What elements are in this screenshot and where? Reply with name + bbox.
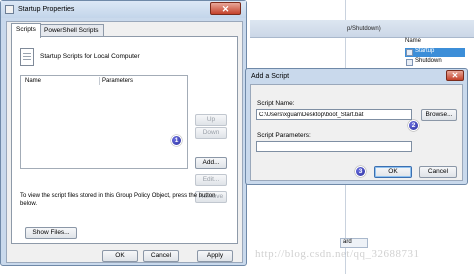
edit-button[interactable]: Edit... xyxy=(195,174,227,186)
watermark: http://blog.csdn.net/qq_32688731 xyxy=(255,248,420,260)
script-parameters-label: Script Parameters: xyxy=(257,132,311,139)
list-header: Name Parameters xyxy=(21,76,187,86)
info-text: To view the script files stored in this … xyxy=(20,193,216,207)
list-item-label: Shutdown xyxy=(415,58,442,64)
standard-tab[interactable]: ard xyxy=(340,238,368,248)
script-document-icon xyxy=(20,48,34,66)
window-icon xyxy=(5,5,14,14)
up-button[interactable]: Up xyxy=(195,114,227,126)
script-icon xyxy=(406,49,413,56)
close-icon: ✕ xyxy=(451,71,459,80)
ok-button[interactable]: OK xyxy=(102,250,138,262)
list-item-shutdown[interactable]: Shutdown xyxy=(405,58,465,67)
dialog-ok-button[interactable]: OK xyxy=(374,166,412,178)
window-title: Startup Properties xyxy=(18,6,75,13)
background-header-text: p/Shutdown) xyxy=(347,26,381,32)
script-name-input[interactable] xyxy=(256,109,412,120)
column-separator xyxy=(99,77,100,85)
list-item-label: Startup xyxy=(415,48,435,54)
list-item-startup[interactable]: Startup xyxy=(405,48,465,57)
show-files-button[interactable]: Show Files... xyxy=(25,227,77,239)
step-3-badge: 3 xyxy=(355,166,366,177)
script-icon xyxy=(406,59,413,66)
add-button[interactable]: Add... xyxy=(195,157,227,169)
tab-scripts[interactable]: Scripts xyxy=(11,23,41,38)
column-parameters[interactable]: Parameters xyxy=(102,78,133,84)
apply-button[interactable]: Apply xyxy=(197,250,233,262)
script-name-label: Script Name: xyxy=(257,100,295,107)
dialog-close-button[interactable]: ✕ xyxy=(446,70,464,81)
dialog-cancel-button[interactable]: Cancel xyxy=(419,166,457,178)
close-icon: ✕ xyxy=(221,4,230,14)
name-column-header[interactable]: Name xyxy=(405,38,421,44)
step-1-badge: 1 xyxy=(171,135,182,146)
script-parameters-input[interactable] xyxy=(256,141,412,152)
column-name[interactable]: Name xyxy=(25,78,41,84)
down-button[interactable]: Down xyxy=(195,127,227,139)
title-bar[interactable]: Startup Properties ✕ xyxy=(1,1,246,18)
background-header-bar: p/Shutdown) xyxy=(250,20,474,38)
properties-body: Scripts PowerShell Scripts Startup Scrip… xyxy=(6,21,243,263)
step-2-badge: 2 xyxy=(408,120,419,131)
browse-button[interactable]: Browse... xyxy=(421,109,457,121)
close-button[interactable]: ✕ xyxy=(210,2,241,15)
scripts-heading: Startup Scripts for Local Computer xyxy=(40,53,140,60)
scripts-tab-panel: Startup Scripts for Local Computer Name … xyxy=(11,36,238,244)
startup-properties-window: Startup Properties ✕ Scripts PowerShell … xyxy=(0,0,247,266)
scripts-list[interactable]: Name Parameters xyxy=(20,75,188,169)
dialog-title: Add a Script xyxy=(251,73,290,80)
cancel-button[interactable]: Cancel xyxy=(143,250,179,262)
